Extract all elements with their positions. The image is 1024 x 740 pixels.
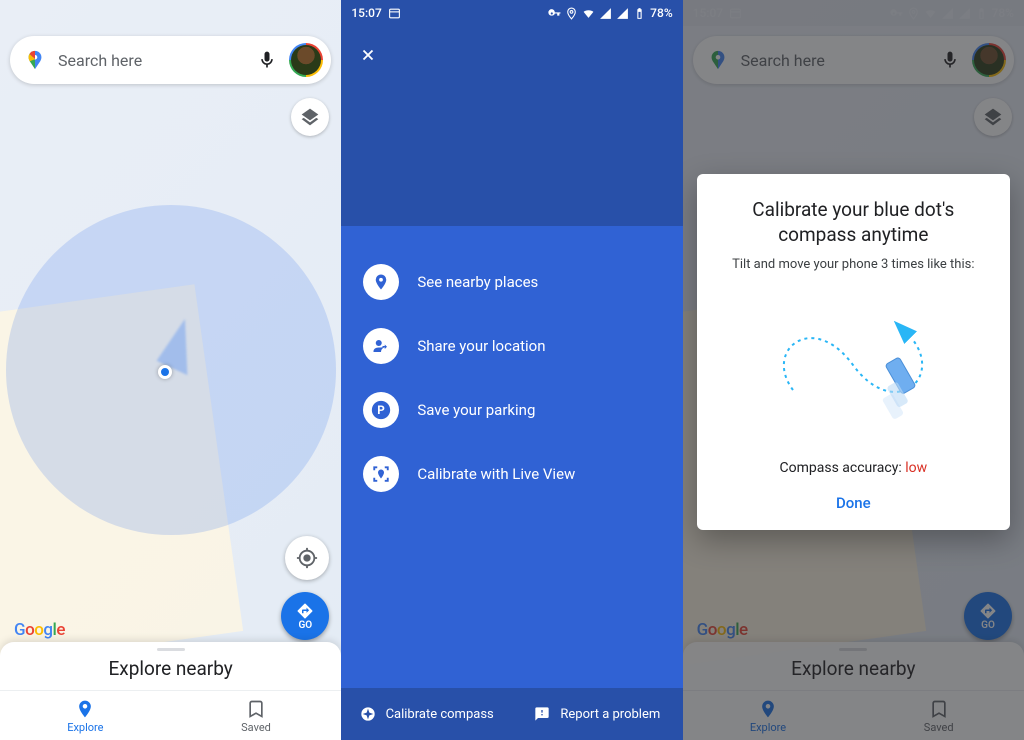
- footer-calibrate-label: Calibrate compass: [386, 707, 494, 722]
- location-blue-dot[interactable]: [158, 365, 172, 379]
- sheet-title: Explore nearby: [0, 655, 341, 690]
- accuracy-label: Compass accuracy:: [780, 460, 906, 476]
- menu-calibrate-liveview[interactable]: Calibrate with Live View: [363, 442, 662, 506]
- google-maps-logo-icon: [24, 49, 46, 71]
- figure-eight-illustration: [753, 290, 953, 440]
- dialog-title: Calibrate your blue dot's compass anytim…: [717, 198, 990, 247]
- menu-parking-label: Save your parking: [417, 401, 535, 419]
- explore-pin-icon: [75, 699, 95, 719]
- blue-dot-footer: Calibrate compass Report a problem: [341, 688, 682, 740]
- svg-text:P: P: [378, 403, 386, 417]
- footer-calibrate-compass[interactable]: Calibrate compass: [341, 706, 512, 722]
- compass-accuracy-row: Compass accuracy: low: [717, 460, 990, 476]
- menu-nearby-places[interactable]: See nearby places: [363, 250, 662, 314]
- bottom-navigation: Explore Saved: [0, 690, 341, 740]
- notification-icon: [388, 7, 401, 20]
- screen-map: 15:07 78% Search here GO Google Explore …: [0, 0, 341, 740]
- explore-bottom-sheet[interactable]: Explore nearby Explore Saved: [0, 642, 341, 740]
- done-button[interactable]: Done: [836, 494, 871, 512]
- crosshair-icon: [296, 547, 318, 569]
- location-icon: [565, 7, 578, 20]
- search-placeholder: Search here: [58, 51, 245, 70]
- calibrate-dialog: Calibrate your blue dot's compass anytim…: [697, 174, 1010, 530]
- directions-icon: [296, 602, 314, 620]
- close-button[interactable]: [359, 46, 377, 69]
- blue-dot-menu-list: See nearby places Share your location P …: [341, 226, 682, 506]
- dialog-subtitle: Tilt and move your phone 3 times like th…: [717, 257, 990, 272]
- my-location-button[interactable]: [285, 536, 329, 580]
- menu-nearby-label: See nearby places: [417, 273, 538, 291]
- menu-liveview-label: Calibrate with Live View: [417, 465, 575, 483]
- layers-icon: [300, 107, 320, 127]
- search-bar[interactable]: Search here: [10, 36, 331, 84]
- vpn-key-icon: [548, 7, 561, 20]
- accuracy-value: low: [905, 460, 927, 476]
- signal-icon: [599, 7, 612, 20]
- nav-saved-label: Saved: [241, 721, 271, 734]
- screen-calibrate-dialog: 15:07 78% Search here GO Google Explore …: [683, 0, 1024, 740]
- screen-blue-dot-menu: 15:07 78% See nearby places Share your: [341, 0, 682, 740]
- battery-icon: [633, 7, 646, 20]
- drag-handle[interactable]: [157, 648, 185, 651]
- status-battery: 78%: [650, 6, 672, 20]
- close-icon: [359, 46, 377, 64]
- compass-icon: [360, 706, 376, 722]
- place-pin-icon: [372, 273, 390, 291]
- menu-share-location[interactable]: Share your location: [363, 314, 662, 378]
- google-watermark: Google: [14, 620, 65, 640]
- bookmark-icon: [246, 699, 266, 719]
- go-directions-button[interactable]: GO: [281, 592, 329, 640]
- nav-saved[interactable]: Saved: [171, 691, 342, 740]
- nav-explore-label: Explore: [67, 721, 103, 734]
- profile-avatar[interactable]: [289, 43, 323, 77]
- menu-save-parking[interactable]: P Save your parking: [363, 378, 662, 442]
- mic-icon[interactable]: [257, 50, 277, 70]
- signal-icon: [616, 7, 629, 20]
- liveview-icon: [372, 465, 390, 483]
- share-location-icon: [372, 337, 390, 355]
- status-bar: 15:07 78%: [341, 0, 682, 26]
- nav-explore[interactable]: Explore: [0, 691, 171, 740]
- go-label: GO: [298, 620, 312, 631]
- feedback-icon: [534, 706, 550, 722]
- wifi-icon: [582, 7, 595, 20]
- status-time: 15:07: [351, 6, 381, 20]
- parking-icon: P: [371, 400, 391, 420]
- footer-report-problem[interactable]: Report a problem: [512, 706, 683, 722]
- menu-share-label: Share your location: [417, 337, 545, 355]
- footer-report-label: Report a problem: [560, 707, 660, 722]
- blue-dot-header: 15:07 78%: [341, 0, 682, 226]
